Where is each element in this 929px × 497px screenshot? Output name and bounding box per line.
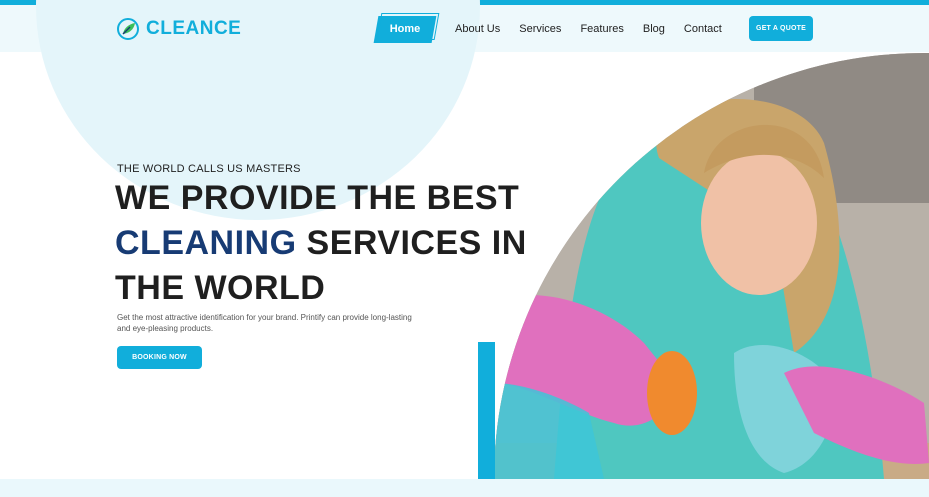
brand-name: CLEANCE — [146, 18, 242, 39]
nav-item-features[interactable]: Features — [580, 23, 623, 35]
hero-tagline: THE WORLD CALLS US MASTERS — [117, 163, 301, 175]
nav-item-home-label: Home — [389, 23, 421, 35]
hero-accent-bar — [478, 342, 495, 479]
next-section-strip — [0, 479, 929, 497]
headline-line-1: WE PROVIDE THE BEST — [115, 179, 520, 217]
headline-accent-word: CLEANING — [115, 224, 297, 262]
nav-item-services[interactable]: Services — [519, 23, 561, 35]
hero-image — [494, 53, 929, 479]
nav-item-home[interactable]: Home — [376, 16, 434, 43]
brand-logo[interactable]: CLEANCE — [116, 15, 241, 43]
hero-headline: WE PROVIDE THE BEST CLEANING SERVICES IN… — [115, 176, 527, 311]
hero-description: Get the most attractive identification f… — [117, 313, 412, 333]
get-a-quote-button[interactable]: GET A QUOTE — [749, 16, 813, 41]
nav-item-blog[interactable]: Blog — [643, 23, 665, 35]
main-navigation: Home About Us Services Features Blog Con… — [376, 15, 722, 43]
nav-item-about-us[interactable]: About Us — [455, 23, 500, 35]
broom-leaf-icon — [117, 18, 139, 40]
booking-now-button[interactable]: BOOKING NOW — [117, 346, 202, 369]
headline-line-2: SERVICES IN — [306, 224, 527, 262]
woman-cleaning-illustration — [494, 53, 929, 479]
headline-line-3: THE WORLD — [115, 269, 326, 307]
nav-item-contact[interactable]: Contact — [684, 23, 722, 35]
